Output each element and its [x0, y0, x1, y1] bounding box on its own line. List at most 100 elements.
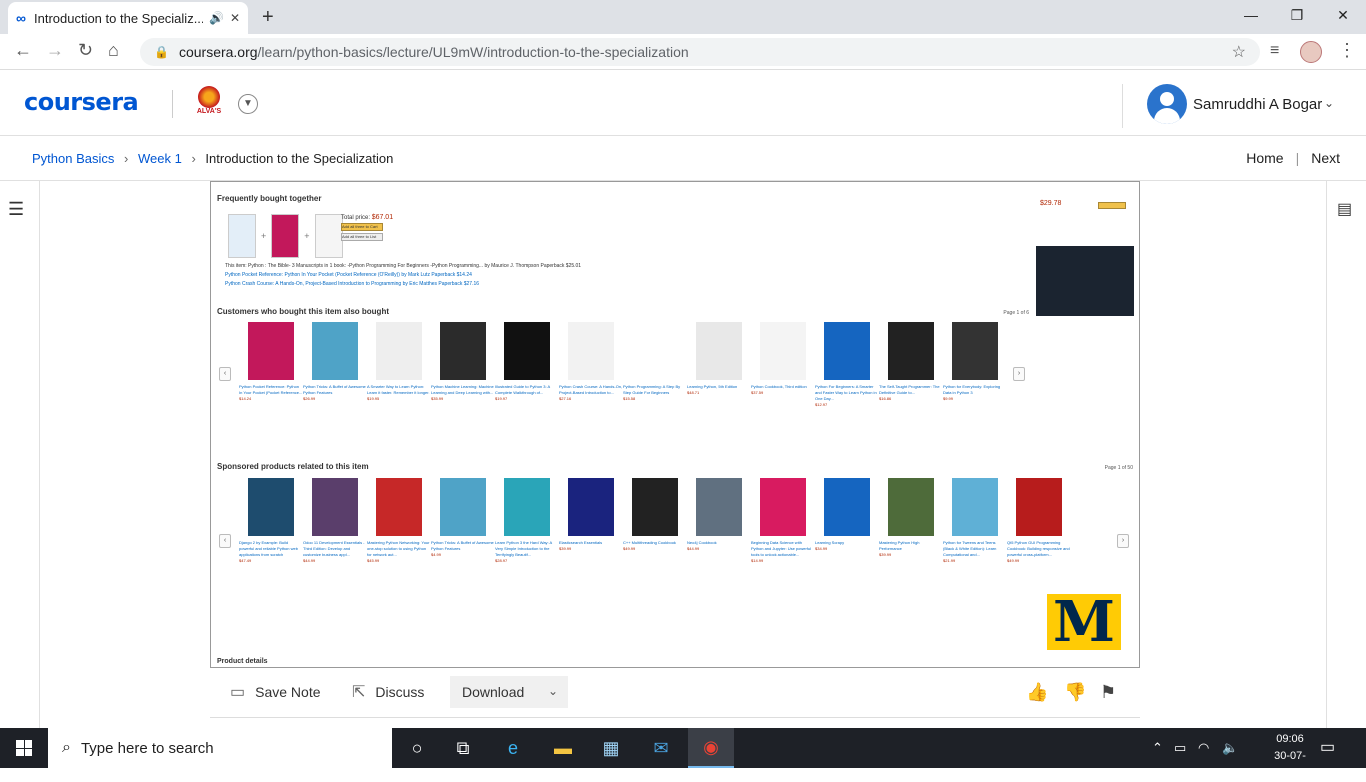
edge-icon[interactable]: e [490, 728, 536, 768]
left-sidebar: ☰ [0, 181, 40, 728]
partner-dropdown-button[interactable]: ▼ [238, 94, 258, 114]
taskbar-search[interactable]: ⌕ Type here to search [48, 728, 392, 768]
transcript-icon[interactable]: ▤ [1337, 199, 1352, 219]
product-card: Illustrated Guide to Python 3: A Complet… [495, 322, 559, 408]
product-card: Python Tricks: A Buffet of Awesome Pytho… [303, 322, 367, 408]
product-card: Mastering Python High Performance $39.99 [879, 478, 943, 564]
windows-logo-icon [16, 740, 32, 756]
new-tab-button[interactable]: + [262, 6, 274, 29]
breadcrumb-week[interactable]: Week 1 [138, 151, 182, 166]
thumbs-down-icon[interactable]: 👎 [1064, 682, 1086, 703]
speaker-icon[interactable]: 🔊 [209, 11, 224, 25]
product-title: Python Programming: A Step By Step Guide… [623, 384, 681, 395]
lecture-nav: Home | Next [1246, 150, 1340, 166]
product-title: Python for Everybody: Exploring Data in … [943, 384, 1001, 395]
book-cover [952, 478, 998, 536]
battery-icon[interactable]: ▭ [1174, 740, 1186, 756]
product-price: $26.99 [303, 396, 316, 401]
breadcrumb-course[interactable]: Python Basics [32, 151, 114, 166]
product-card: Python Pocket Reference: Python In Your … [239, 322, 303, 408]
volume-icon[interactable]: 🔈 [1222, 740, 1238, 756]
product-price: $44.99 [687, 546, 700, 551]
product-details-heading: Product details [217, 658, 268, 665]
product-price: $37.59 [751, 390, 764, 395]
mail-icon[interactable]: ✉ [638, 728, 684, 768]
header-divider [172, 90, 173, 118]
product-card: Beginning Data Science with Python and J… [751, 478, 815, 564]
product-title: Learn Python 3 the Hard Way: A Very Simp… [495, 540, 552, 557]
product-price: $45.99 [367, 558, 380, 563]
product-price: $48.71 [687, 390, 700, 395]
outline-menu-icon[interactable]: ☰ [8, 199, 24, 220]
home-link[interactable]: Home [1246, 150, 1283, 166]
product-card: Python for Tweens and Teens (Black & Whi… [943, 478, 1007, 564]
product-price: $44.99 [303, 558, 316, 563]
browser-tabstrip: ∞ Introduction to the Specializ... 🔊 ✕ +… [0, 0, 1366, 34]
product-card: Learning Scrapy $34.99 [815, 478, 879, 564]
product-price: $49.99 [623, 546, 636, 551]
product-title: Python Machine Learning: Machine Learnin… [431, 384, 494, 395]
book-cover [824, 478, 870, 536]
book-cover [696, 478, 742, 536]
book-cover [504, 322, 550, 380]
bookmark-star-icon[interactable]: ☆ [1232, 42, 1246, 62]
sponsored-carousel: Django 2 by Example: Build powerful and … [239, 478, 1071, 564]
product-card: Learning Python, 5th Edition $48.71 [687, 322, 751, 408]
discuss-button[interactable]: ⇱ Discuss [352, 682, 424, 702]
tray-overflow-icon[interactable]: ⌃ [1152, 740, 1163, 756]
tab-title: Introduction to the Specializ... [33, 10, 203, 26]
store-icon[interactable]: ▦ [588, 728, 634, 768]
download-button[interactable]: Download ⌄ [450, 676, 568, 708]
user-name[interactable]: Samruddhi A Bogar [1193, 96, 1322, 113]
back-button[interactable]: ← [14, 40, 32, 61]
product-price: $9.99 [943, 396, 954, 401]
user-avatar[interactable] [1147, 84, 1187, 124]
carousel-next-icon: › [1013, 367, 1025, 381]
chevron-down-icon[interactable]: ⌄ [1324, 96, 1334, 110]
product-price: $15.58 [623, 396, 636, 401]
coursera-favicon-icon: ∞ [16, 10, 26, 26]
next-link[interactable]: Next [1311, 150, 1340, 166]
book-cover [696, 322, 742, 380]
product-card: Odoo 11 Development Essentials - Third E… [303, 478, 367, 564]
notification-icon[interactable]: ▭ [1320, 737, 1335, 757]
browser-menu-icon[interactable]: ⋮ [1338, 40, 1356, 61]
close-window-button[interactable]: ✕ [1320, 0, 1366, 30]
browser-tab[interactable]: ∞ Introduction to the Specializ... 🔊 ✕ [8, 2, 248, 34]
forward-button[interactable]: → [46, 40, 64, 61]
product-price: $28.97 [495, 558, 508, 563]
clock[interactable]: 09:06 30-07-2020 [1262, 731, 1318, 782]
start-button[interactable] [0, 728, 48, 768]
home-icon[interactable]: ⌂ [108, 40, 119, 61]
wifi-icon[interactable]: ◠ [1198, 740, 1209, 756]
product-title: Python Tricks: A Buffet of Awesome Pytho… [303, 384, 366, 395]
customers-carousel: Python Pocket Reference: Python In Your … [239, 322, 1007, 408]
chrome-icon[interactable]: ◉ [688, 728, 734, 768]
ad-image [1036, 246, 1134, 316]
coursera-logo[interactable]: coursera [24, 88, 139, 116]
task-view-icon[interactable]: ⧉ [440, 728, 486, 768]
side-ad: $29.78 [1036, 182, 1136, 322]
book-cover [1016, 478, 1062, 536]
reading-list-icon[interactable]: ≡ [1270, 42, 1279, 60]
product-title: Python Tricks: A Buffet of Awesome Pytho… [431, 540, 494, 551]
product-price: $4.99 [431, 552, 442, 557]
product-title: Python Crash Course: A Hands-On, Project… [559, 384, 623, 395]
product-card: Qt5 Python GUI Programming Cookbook: Bui… [1007, 478, 1071, 564]
video-player[interactable]: Frequently bought together + + Total pri… [210, 181, 1140, 668]
chevron-right-icon: › [191, 151, 196, 166]
restore-button[interactable]: ❐ [1274, 0, 1320, 30]
minimize-button[interactable]: — [1228, 0, 1274, 30]
product-price: $21.99 [943, 558, 956, 563]
book-cover [376, 478, 422, 536]
cortana-icon[interactable]: ○ [394, 728, 440, 768]
file-explorer-icon[interactable]: ▬ [540, 728, 586, 768]
book-cover [312, 322, 358, 380]
reload-button[interactable]: ↻ [78, 40, 93, 61]
address-bar[interactable]: 🔒 coursera.org/learn/python-basics/lectu… [140, 38, 1260, 66]
save-note-button[interactable]: ▭ Save Note [230, 682, 321, 702]
flag-icon[interactable]: ⚑ [1100, 682, 1116, 703]
profile-avatar[interactable] [1300, 41, 1322, 63]
tab-close-icon[interactable]: ✕ [230, 11, 240, 25]
thumbs-up-icon[interactable]: 👍 [1026, 682, 1048, 703]
